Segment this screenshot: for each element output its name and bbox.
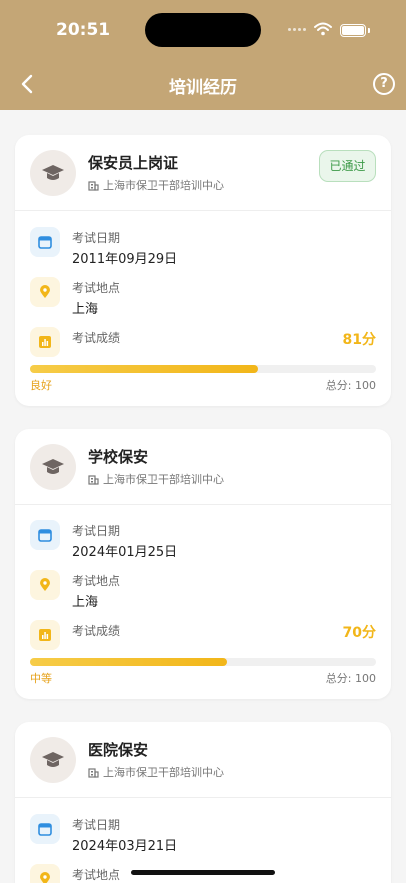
dynamic-island (145, 13, 261, 47)
calendar-icon (30, 227, 60, 257)
card-header: 医院保安 上海市保卫干部培训中心 (15, 722, 391, 798)
exam-location-value: 上海 (72, 302, 99, 317)
exam-location-label: 考试地点 (72, 574, 121, 588)
calendar-icon (30, 520, 60, 550)
building-icon (88, 474, 99, 485)
graduation-cap-icon (30, 444, 76, 490)
certificate-name: 医院保安 (88, 741, 149, 759)
app-header: 20:51 培训经历 ? (0, 0, 406, 110)
training-org: 上海市保卫干部培训中心 (88, 764, 224, 780)
location-pin-icon (30, 864, 60, 883)
signal-icon (288, 28, 306, 32)
status-time: 20:51 (56, 20, 111, 40)
calendar-icon (30, 814, 60, 844)
certificate-name: 学校保安 (88, 448, 149, 466)
score-progress-bar (30, 365, 376, 373)
training-record-card[interactable]: 学校保安 上海市保卫干部培训中心 考试日期 2024年01月25日 考试地点 上… (15, 429, 391, 699)
exam-score-label: 考试成绩 (72, 331, 121, 345)
exam-score-row: 考试成绩 70分 (30, 620, 376, 660)
exam-location-label: 考试地点 (72, 868, 121, 882)
total-score: 总分: 100 (325, 379, 376, 392)
score-progress-fill (30, 658, 228, 666)
exam-score-row: 考试成绩 81分 (30, 327, 376, 367)
battery-icon (340, 24, 366, 37)
exam-date-label: 考试日期 (72, 231, 121, 245)
location-pin-icon (30, 277, 60, 307)
exam-date-label: 考试日期 (72, 818, 121, 832)
score-level: 良好 (30, 379, 52, 392)
chart-icon (30, 620, 60, 650)
exam-date-value: 2024年01月25日 (72, 545, 178, 560)
status-icons (288, 22, 372, 38)
score-progress-bar (30, 658, 376, 666)
status-badge: 已通过 (319, 150, 376, 182)
org-name: 上海市保卫干部培训中心 (103, 473, 224, 486)
home-indicator[interactable] (131, 870, 275, 875)
exam-score-value: 70分 (342, 625, 376, 641)
help-icon: ? (380, 76, 388, 91)
org-name: 上海市保卫干部培训中心 (103, 179, 224, 192)
exam-score-value: 81分 (342, 332, 376, 348)
help-button[interactable]: ? (373, 73, 395, 95)
org-name: 上海市保卫干部培训中心 (103, 766, 224, 779)
training-record-card[interactable]: 医院保安 上海市保卫干部培训中心 考试日期 2024年03月21日 考试地点 (15, 722, 391, 883)
exam-date-value: 2024年03月21日 (72, 839, 178, 854)
graduation-cap-icon (30, 737, 76, 783)
card-header: 保安员上岗证 上海市保卫干部培训中心 已通过 (15, 135, 391, 211)
score-progress-fill (30, 365, 259, 373)
training-record-card[interactable]: 保安员上岗证 上海市保卫干部培训中心 已通过 考试日期 2011年09月29日 … (15, 135, 391, 406)
page-title: 培训经历 (169, 78, 237, 98)
score-level: 中等 (30, 672, 52, 685)
exam-date-value: 2011年09月29日 (72, 252, 178, 267)
exam-location-label: 考试地点 (72, 281, 121, 295)
certificate-name: 保安员上岗证 (88, 154, 179, 172)
exam-score-label: 考试成绩 (72, 624, 121, 638)
exam-location-value: 上海 (72, 595, 99, 610)
training-org: 上海市保卫干部培训中心 (88, 471, 224, 487)
location-pin-icon (30, 570, 60, 600)
training-org: 上海市保卫干部培训中心 (88, 177, 224, 193)
building-icon (88, 180, 99, 191)
exam-date-label: 考试日期 (72, 524, 121, 538)
graduation-cap-icon (30, 150, 76, 196)
building-icon (88, 767, 99, 778)
total-score: 总分: 100 (325, 672, 376, 685)
card-header: 学校保安 上海市保卫干部培训中心 (15, 429, 391, 505)
chart-icon (30, 327, 60, 357)
wifi-icon (314, 22, 332, 36)
